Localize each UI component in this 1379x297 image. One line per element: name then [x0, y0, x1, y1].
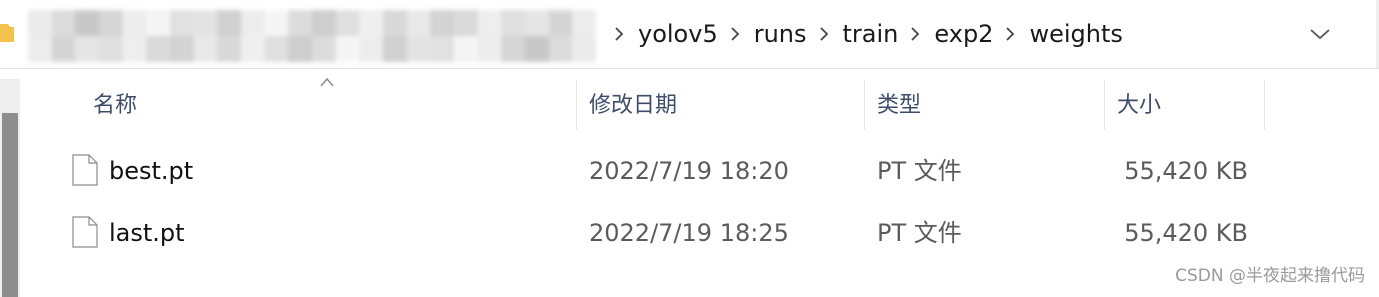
file-name[interactable]: best.pt	[109, 143, 193, 199]
chevron-right-icon[interactable]	[724, 14, 746, 54]
chevron-down-icon	[1310, 29, 1330, 40]
folder-icon	[0, 24, 14, 42]
address-history-dropdown[interactable]	[1304, 18, 1336, 50]
breadcrumb-item[interactable]: yolov5	[636, 14, 720, 54]
scrollbar-thumb[interactable]	[2, 113, 18, 297]
column-divider[interactable]	[864, 80, 865, 130]
chevron-right-icon[interactable]	[904, 14, 926, 54]
file-row[interactable]: last.pt 2022/7/19 18:25 PT 文件 55,420 KB	[60, 205, 1280, 261]
navigation-pane-scrollbar[interactable]	[0, 79, 20, 297]
chevron-right-icon[interactable]	[608, 14, 630, 54]
file-row[interactable]: best.pt 2022/7/19 18:20 PT 文件 55,420 KB	[60, 143, 1280, 199]
address-bar[interactable]: yolov5 runs train exp2 weights	[0, 0, 1379, 69]
breadcrumb: yolov5 runs train exp2 weights	[604, 14, 1125, 54]
breadcrumb-item[interactable]: exp2	[932, 14, 995, 54]
sort-ascending-icon	[320, 77, 334, 87]
file-size: 55,420 KB	[1124, 219, 1248, 247]
column-header-size[interactable]: 大小	[1117, 86, 1161, 126]
column-header-type[interactable]: 类型	[877, 86, 921, 126]
breadcrumb-item[interactable]: runs	[752, 14, 809, 54]
chevron-right-icon[interactable]	[813, 14, 835, 54]
file-type: PT 文件	[877, 157, 962, 185]
column-header-date[interactable]: 修改日期	[589, 86, 677, 126]
breadcrumb-item[interactable]: train	[841, 14, 901, 54]
file-size: 55,420 KB	[1124, 157, 1248, 185]
file-modified-date: 2022/7/19 18:20	[589, 157, 789, 185]
breadcrumb-item[interactable]: weights	[1027, 14, 1124, 54]
obscured-path	[28, 10, 596, 62]
column-divider[interactable]	[1104, 80, 1105, 130]
file-icon	[72, 216, 98, 248]
chevron-right-icon[interactable]	[999, 14, 1021, 54]
watermark: CSDN @半夜起来撸代码	[1175, 266, 1365, 286]
column-divider[interactable]	[576, 80, 577, 130]
file-name[interactable]: last.pt	[109, 205, 185, 261]
file-type: PT 文件	[877, 219, 962, 247]
column-divider[interactable]	[1264, 80, 1265, 130]
file-icon	[72, 154, 98, 186]
file-modified-date: 2022/7/19 18:25	[589, 219, 789, 247]
column-header-name[interactable]: 名称	[93, 86, 137, 126]
